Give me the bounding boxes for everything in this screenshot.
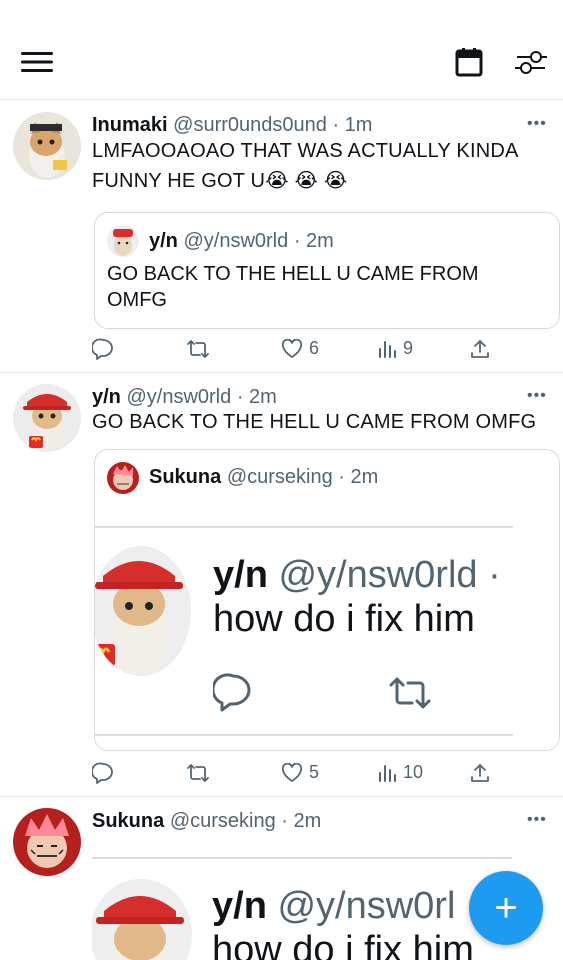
more-options-button[interactable]: ••• bbox=[527, 811, 547, 829]
more-options-button[interactable]: ••• bbox=[527, 115, 547, 133]
quote-header: y/n @y/nsw0rld · 2m bbox=[149, 229, 334, 253]
tweet-text-line: LMFAOOAOAO THAT WAS ACTUALLY KINDA bbox=[92, 140, 519, 162]
view-count: 9 bbox=[403, 338, 414, 358]
retweet-button[interactable] bbox=[186, 762, 210, 784]
tweet[interactable]: Inumaki @surr0unds0und · 1m ••• LMFAOOAO… bbox=[0, 101, 563, 373]
display-name[interactable]: Inumaki bbox=[92, 114, 168, 136]
reply-button[interactable] bbox=[92, 338, 114, 360]
divider bbox=[95, 526, 513, 528]
handle: @y/nsw0rld · bbox=[278, 554, 501, 596]
share-button[interactable] bbox=[470, 338, 490, 360]
handle[interactable]: @curseking bbox=[170, 810, 276, 832]
timestamp: · 2m bbox=[281, 810, 322, 832]
calendar-icon[interactable] bbox=[454, 47, 484, 77]
display-name: y/n bbox=[212, 885, 267, 927]
reply-icon bbox=[92, 338, 113, 360]
reply-button[interactable] bbox=[92, 762, 114, 784]
avatar[interactable] bbox=[13, 384, 81, 452]
handle: @y/nsw0rld bbox=[183, 230, 289, 252]
divider bbox=[95, 734, 513, 736]
heart-icon bbox=[281, 338, 303, 358]
handle[interactable]: @surr0unds0und bbox=[173, 114, 327, 136]
like-count: 5 bbox=[309, 762, 320, 782]
display-name[interactable]: Sukuna bbox=[92, 810, 164, 832]
screenshot-header: y/n @y/nsw0rld · bbox=[213, 554, 501, 596]
compose-button[interactable]: + bbox=[469, 871, 543, 945]
display-name: y/n bbox=[213, 554, 268, 596]
timestamp: · 2m bbox=[293, 230, 334, 252]
quote-header: Sukuna @curseking · 2m bbox=[149, 465, 378, 489]
quote-text-line: OMFG bbox=[107, 289, 167, 311]
quote-text-line: GO BACK TO THE HELL U CAME FROM bbox=[107, 263, 479, 285]
tweet-actions: 5 10 bbox=[92, 762, 512, 788]
tweet-header: y/n @y/nsw0rld · 2m bbox=[92, 385, 277, 409]
avatar[interactable] bbox=[13, 112, 81, 180]
screenshot-text: how do i fix him bbox=[212, 929, 474, 960]
heart-icon bbox=[281, 762, 303, 782]
like-button[interactable]: 5 bbox=[281, 762, 319, 783]
tweet[interactable]: y/n @y/nsw0rld · 2m ••• GO BACK TO THE H… bbox=[0, 373, 563, 797]
sliders-icon[interactable] bbox=[514, 47, 548, 77]
view-count: 10 bbox=[403, 762, 424, 782]
retweet-icon bbox=[187, 764, 209, 782]
reply-icon bbox=[211, 672, 253, 717]
views-button[interactable]: 10 bbox=[377, 762, 423, 783]
like-button[interactable]: 6 bbox=[281, 338, 319, 359]
avatar[interactable] bbox=[13, 808, 81, 876]
quote-text: GO BACK TO THE HELL U CAME FROM OMFG bbox=[107, 261, 547, 313]
handle[interactable]: @y/nsw0rld bbox=[126, 386, 231, 408]
tweet[interactable]: Sukuna @curseking · 2m ••• y/n @y/nsw0rl… bbox=[0, 797, 563, 960]
share-icon bbox=[471, 764, 489, 782]
share-button[interactable] bbox=[470, 762, 490, 784]
tweet-header: Sukuna @curseking · 2m bbox=[92, 809, 321, 833]
tweet-actions: 6 9 bbox=[92, 338, 512, 364]
tweet-text: GO BACK TO THE HELL U CAME FROM OMFG bbox=[92, 409, 552, 435]
share-icon bbox=[471, 340, 489, 358]
screenshot-header: y/n @y/nsw0rl bbox=[212, 885, 455, 927]
handle: @y/nsw0rl bbox=[277, 885, 456, 927]
display-name[interactable]: y/n bbox=[92, 386, 121, 408]
screenshot-text: how do i fix him bbox=[213, 598, 475, 640]
avatar bbox=[92, 879, 192, 960]
hamburger-icon[interactable] bbox=[20, 50, 54, 74]
tweet-text-line: GO BACK TO THE HELL U CAME FROM OMFG bbox=[92, 411, 537, 433]
handle: @curseking bbox=[226, 466, 333, 488]
tweet-text: LMFAOOAOAO THAT WAS ACTUALLY KINDA FUNNY… bbox=[92, 138, 552, 194]
screenshot-image[interactable]: y/n @y/nsw0rl how do i fix him bbox=[92, 857, 532, 960]
divider bbox=[92, 857, 512, 859]
reply-icon bbox=[92, 762, 113, 784]
screenshot-image[interactable]: y/n @y/nsw0rld · how do i fix him bbox=[95, 526, 559, 748]
more-options-button[interactable]: ••• bbox=[527, 387, 547, 405]
avatar bbox=[107, 462, 139, 494]
views-icon bbox=[379, 340, 396, 358]
avatar bbox=[95, 546, 191, 676]
tweet-header: Inumaki @surr0unds0und · 1m bbox=[92, 113, 372, 137]
quoted-tweet[interactable]: y/n @y/nsw0rld · 2m GO BACK TO THE HELL … bbox=[94, 212, 560, 329]
display-name: Sukuna bbox=[149, 466, 222, 488]
display-name: y/n bbox=[149, 230, 178, 252]
views-button[interactable]: 9 bbox=[377, 338, 413, 359]
retweet-icon bbox=[387, 674, 433, 717]
avatar bbox=[107, 225, 139, 257]
like-count: 6 bbox=[309, 338, 320, 358]
timestamp: · 2m bbox=[236, 386, 277, 408]
timestamp: · 2m bbox=[338, 466, 379, 488]
retweet-button[interactable] bbox=[186, 338, 210, 360]
quoted-tweet[interactable]: Sukuna @curseking · 2m y/n @y/nsw0rld · … bbox=[94, 449, 560, 751]
timestamp: · 1m bbox=[332, 114, 373, 136]
tweet-text-line: FUNNY HE GOT U😭 😭 😭 bbox=[92, 170, 348, 192]
top-bar bbox=[0, 0, 563, 100]
views-icon bbox=[379, 764, 396, 782]
retweet-icon bbox=[187, 340, 209, 358]
plus-icon: + bbox=[494, 885, 518, 930]
